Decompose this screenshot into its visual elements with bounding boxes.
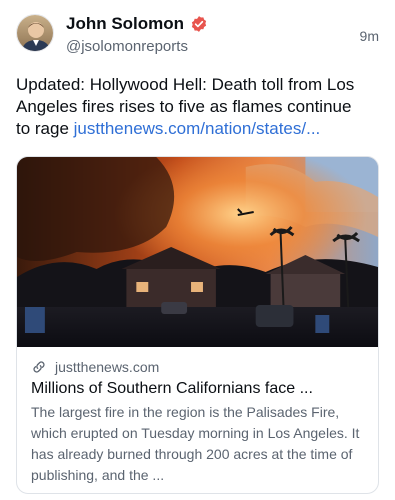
post-timestamp[interactable]: 9m (360, 28, 379, 44)
card-description: The largest fire in the region is the Pa… (31, 404, 360, 483)
card-body: justthenews.com Millions of Southern Cal… (17, 348, 378, 486)
user-handle[interactable]: @jsolomonreports (66, 38, 188, 55)
post-header: John Solomon @jsolomonreports 9m (16, 14, 379, 58)
post[interactable]: John Solomon @jsolomonreports 9m Updated… (0, 0, 395, 500)
link-preview-card[interactable]: justthenews.com Millions of Southern Cal… (16, 156, 379, 494)
card-domain: justthenews.com (55, 359, 160, 375)
card-domain-row: justthenews.com (31, 358, 364, 376)
display-name[interactable]: John Solomon (66, 14, 184, 34)
link-icon (33, 361, 45, 373)
avatar[interactable] (16, 14, 54, 52)
post-text: Updated: Hollywood Hell: Death toll from… (16, 74, 366, 140)
person-avatar-icon (17, 15, 53, 51)
name-row: John Solomon (66, 14, 208, 34)
post-link[interactable]: justthenews.com/nation/states/... (74, 119, 321, 138)
verified-badge-icon (191, 16, 207, 32)
card-image (17, 157, 378, 347)
card-title[interactable]: Millions of Southern Californians face .… (31, 379, 364, 399)
